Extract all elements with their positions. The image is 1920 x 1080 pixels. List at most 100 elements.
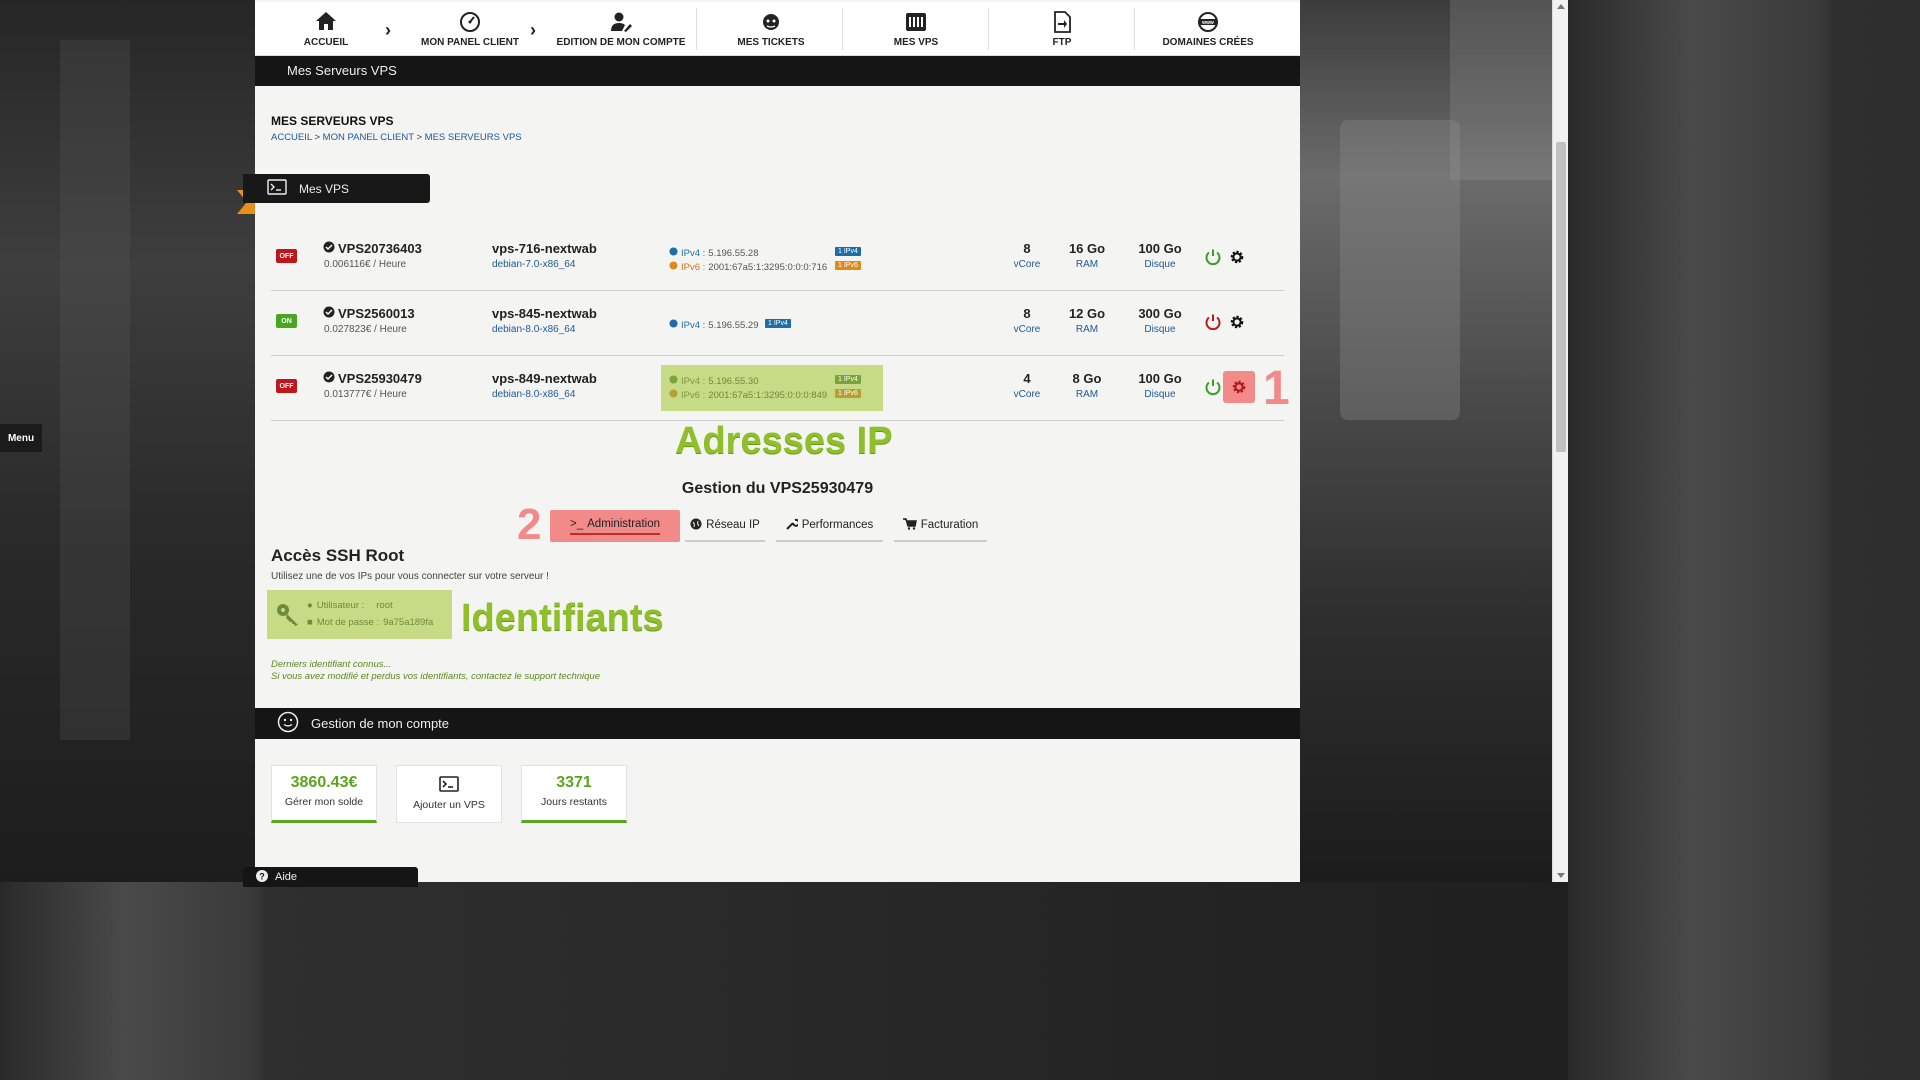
ssh-note: Si vous avez modifié et perdus vos ident…	[271, 671, 600, 682]
scroll-up-icon[interactable]	[1557, 4, 1565, 9]
nav-divider	[842, 8, 843, 50]
nav-label: MES TICKETS	[737, 37, 805, 48]
card-jours[interactable]: 3371 Jours restants	[521, 765, 627, 823]
help-bar[interactable]: ? Aide	[243, 867, 418, 887]
breadcrumb-link-serveurs[interactable]: MES SERVEURS VPS	[425, 132, 522, 143]
vps-row: ON VPS2560013 0.027823€ / Heure vps-845-…	[271, 292, 1284, 356]
terminal-icon	[397, 776, 501, 797]
user-icon: ●	[307, 600, 313, 611]
ipv6-value: 2001:67a5:1:3295:0:0:0:849	[708, 389, 828, 401]
chevron-right-icon: ›	[385, 20, 391, 40]
vps-os[interactable]: debian-8.0-x86_64	[492, 389, 575, 400]
help-label: Aide	[275, 871, 298, 883]
scroll-down-icon[interactable]	[1557, 873, 1565, 878]
breadcrumb-link-panel[interactable]: MON PANEL CLIENT	[323, 132, 414, 143]
status-badge: ON	[276, 314, 297, 328]
nav-ftp[interactable]: FTP	[991, 2, 1133, 56]
nav-tickets[interactable]: MES TICKETS	[700, 2, 842, 56]
vps-id: VPS25930479	[323, 371, 422, 386]
gestion-title: Gestion du VPS25930479	[681, 480, 874, 497]
cart-icon	[902, 517, 917, 533]
page-titlebar: Mes Serveurs VPS	[255, 56, 1300, 86]
vps-id-text: VPS20736403	[338, 241, 422, 256]
ssh-section-subtitle: Utilisez une de vos IPs pour vous connec…	[271, 571, 549, 582]
ipv4-line: IPv4 : 5.196.55.30	[669, 375, 758, 387]
ip-box: IPv4 : 5.196.55.28 1 IPv4 IPv6 : 2001:67…	[661, 235, 883, 281]
help-icon: ?	[255, 869, 269, 886]
card-label: Ajouter un VPS	[413, 799, 485, 811]
ipv4-tag: 1 IPv4	[835, 375, 861, 384]
tab-facturation[interactable]: Facturation	[894, 510, 987, 542]
terminal-icon	[267, 179, 287, 198]
power-button[interactable]	[1202, 376, 1224, 398]
settings-button-highlighted[interactable]	[1223, 371, 1255, 403]
spec-vcore: 8 vCore	[1013, 306, 1041, 335]
credentials-annotation-label: Identifiants	[461, 597, 664, 639]
gear-icon	[1232, 380, 1246, 394]
server-icon	[904, 11, 928, 36]
vertical-scrollbar[interactable]	[1552, 0, 1568, 882]
vps-price: 0.027823€ / Heure	[324, 324, 407, 335]
breadcrumb-separator: >	[314, 132, 321, 143]
ipv6-line: IPv6 : 2001:67a5:1:3295:0:0:0:716	[669, 261, 827, 273]
power-button[interactable]	[1202, 246, 1224, 268]
ip-box: IPv4 : 5.196.55.29 1 IPv4	[661, 300, 883, 346]
nav-divider	[988, 8, 989, 50]
vps-os[interactable]: debian-8.0-x86_64	[492, 324, 575, 335]
tab-administration[interactable]: >_ Administration	[550, 510, 680, 542]
section-label: Mes VPS	[299, 181, 350, 196]
nav-domaines[interactable]: www DOMAINES CRÉES	[1137, 2, 1279, 56]
spec-ram: 12 Go RAM	[1068, 306, 1106, 335]
tab-reseau-ip[interactable]: Réseau IP	[685, 510, 765, 542]
settings-button[interactable]	[1226, 246, 1248, 268]
spec-ram: 16 Go RAM	[1068, 241, 1106, 270]
power-icon	[1205, 314, 1221, 331]
power-button[interactable]	[1202, 311, 1224, 333]
credentials-box: ● Utilisateur : root ■ Mot de passe : 9a…	[267, 590, 452, 639]
vps-id-text: VPS2560013	[338, 306, 415, 321]
user-edit-icon	[610, 11, 632, 36]
status-badge: OFF	[276, 249, 297, 263]
vps-row: OFF VPS20736403 0.006116€ / Heure vps-71…	[271, 227, 1284, 291]
vps-id-text: VPS25930479	[338, 371, 422, 386]
globe-icon	[669, 247, 678, 259]
nav-accueil[interactable]: ACCUEIL	[283, 2, 369, 56]
vps-price: 0.006116€ / Heure	[324, 259, 407, 270]
card-solde[interactable]: 3860.43€ Gérer mon solde	[271, 765, 377, 823]
ipv6-tag: 1 IPv6	[835, 261, 861, 270]
ipv6-value: 2001:67a5:1:3295:0:0:0:716	[708, 261, 828, 273]
breadcrumb-link-accueil[interactable]: ACCUEIL	[271, 132, 312, 143]
svg-text:?: ?	[259, 871, 265, 881]
step-1-annotation: 1	[1263, 362, 1290, 415]
ssh-note: Derniers identifiant connus...	[271, 659, 392, 670]
check-circle-icon	[323, 371, 335, 386]
menu-toggle-button[interactable]: Menu	[0, 424, 42, 452]
power-icon	[1205, 249, 1221, 266]
nav-label: EDITION DE MON COMPTE	[556, 37, 686, 48]
nav-panel-client[interactable]: MON PANEL CLIENT	[415, 2, 525, 56]
section-label: Gestion de mon compte	[311, 716, 450, 731]
section-header-account: Gestion de mon compte	[255, 708, 1300, 739]
ipv4-value: 5.196.55.30	[708, 375, 759, 387]
main-panel: ACCUEIL › MON PANEL CLIENT › EDITION DE …	[237, 0, 1300, 887]
nav-mes-vps[interactable]: MES VPS	[845, 2, 987, 56]
scrollbar-thumb[interactable]	[1556, 142, 1566, 452]
ip-annotation-label: Adresses IP	[675, 420, 893, 462]
globe-icon	[690, 518, 702, 533]
ipv6-tag: 1 IPv6	[835, 389, 861, 398]
credential-user: ● Utilisateur : root	[307, 600, 393, 611]
globe-icon	[669, 319, 678, 331]
nav-label: MES VPS	[893, 37, 939, 48]
card-ajouter-vps[interactable]: Ajouter un VPS	[396, 765, 502, 823]
nav-edition-compte[interactable]: EDITION DE MON COMPTE	[551, 2, 691, 56]
vps-id: VPS2560013	[323, 306, 415, 321]
tab-performances[interactable]: Performances	[776, 510, 883, 542]
vps-name: vps-849-nextwab	[492, 371, 597, 386]
settings-button[interactable]	[1226, 311, 1248, 333]
chevron-right-icon: ›	[530, 20, 536, 40]
ipv4-value: 5.196.55.29	[708, 319, 759, 331]
vps-os[interactable]: debian-7.0-x86_64	[492, 259, 575, 270]
globe-icon	[669, 389, 678, 401]
power-icon	[1205, 379, 1221, 396]
background-right	[1300, 0, 1552, 882]
